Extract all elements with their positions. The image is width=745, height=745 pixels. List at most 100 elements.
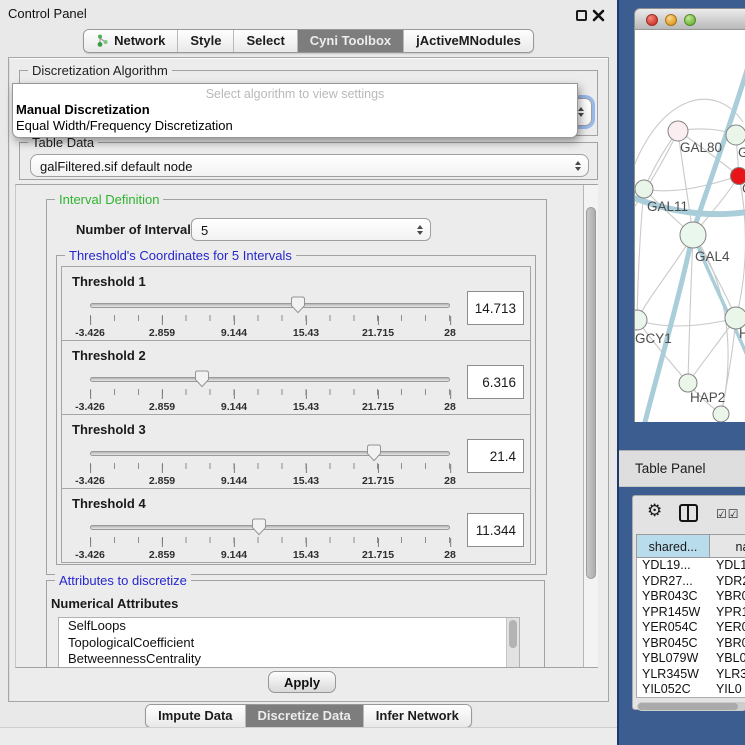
threshold-3-panel: Threshold 3 -3.4262.8599.14415.4321.7152… <box>61 414 531 489</box>
table-cell[interactable]: YLR345W <box>637 667 710 683</box>
slider-tick-label: 9.144 <box>221 549 247 561</box>
dropdown-item-manual-discretization[interactable]: Manual Discretization <box>13 101 577 117</box>
threshold-1-value-field[interactable]: 14.713 <box>467 291 524 325</box>
threshold-4-value-field[interactable]: 11.344 <box>467 513 524 547</box>
table-row[interactable]: YPR145WYPR1 <box>637 605 745 621</box>
table-row[interactable]: YDL19...YDL1 <box>637 558 745 574</box>
slider-tick-label: 2.859 <box>149 549 175 561</box>
node-bottom-partial <box>713 406 729 422</box>
table-data-selected-value: galFiltered.sif default node <box>40 159 192 174</box>
gear-icon[interactable]: ⚙ <box>647 501 662 521</box>
apply-button[interactable]: Apply <box>268 671 336 693</box>
node-gal11 <box>635 180 653 198</box>
table-cell[interactable]: YER0 <box>710 620 745 636</box>
threshold-4-slider[interactable]: -3.4262.8599.14415.4321.71528 <box>90 517 450 561</box>
slider-thumb[interactable] <box>290 296 305 314</box>
table-cell[interactable]: YBR0 <box>710 589 745 605</box>
table-row[interactable]: YBR043CYBR0 <box>637 589 745 605</box>
threshold-label: Threshold 4 <box>62 489 530 511</box>
table-panel-title: Table Panel <box>635 461 706 476</box>
slider-tick-label: -3.426 <box>75 401 105 413</box>
numerical-attributes-list[interactable]: SelfLoopsTopologicalCoefficientBetweenne… <box>58 617 520 668</box>
threshold-3-slider[interactable]: -3.4262.8599.14415.4321.71528 <box>90 443 450 487</box>
tab-impute-data[interactable]: Impute Data <box>146 705 244 727</box>
table-row[interactable]: YBR045CYBR0 <box>637 636 745 652</box>
network-window-titlebar[interactable] <box>634 8 745 30</box>
slider-tick-labels: -3.4262.8599.14415.4321.71528 <box>90 399 450 411</box>
table-cell[interactable]: YBR045C <box>637 636 710 652</box>
tab-select[interactable]: Select <box>233 30 296 52</box>
table-cell[interactable]: YPR1 <box>710 605 745 621</box>
table-cell[interactable]: YLR3 <box>710 667 745 683</box>
slider-tick-label: 28 <box>444 475 456 487</box>
attribute-list-item[interactable]: TopologicalCoefficient <box>59 635 519 652</box>
split-columns-icon[interactable] <box>679 504 698 522</box>
network-canvas[interactable]: GAL80 GA C GAL11 GAL4 GCY1 H HAP2 <box>634 30 745 422</box>
slider-track[interactable] <box>90 525 450 530</box>
column-header-name[interactable]: na <box>710 534 745 558</box>
table-row[interactable]: YBL079WYBL0 <box>637 651 745 667</box>
slider-thumb[interactable] <box>367 444 382 462</box>
close-icon[interactable] <box>592 9 605 22</box>
table-cell[interactable]: YIL052C <box>637 682 710 698</box>
table-row[interactable]: YIL052CYIL0 <box>637 682 745 698</box>
column-header-shared-name[interactable]: shared... <box>636 534 710 558</box>
minimize-traffic-light[interactable] <box>665 14 677 26</box>
tab-style[interactable]: Style <box>177 30 233 52</box>
tab-discretize-data[interactable]: Discretize Data <box>245 705 363 727</box>
table-cell[interactable]: YDR27... <box>637 574 710 590</box>
number-of-intervals-label: Number of Intervals <box>76 222 198 237</box>
slider-tick-label: 15.43 <box>293 549 319 561</box>
vertical-scrollbar-thumb[interactable] <box>586 207 596 579</box>
horizontal-scrollbar-thumb[interactable] <box>638 703 738 710</box>
table-cell[interactable]: YDR2 <box>710 574 745 590</box>
slider-track[interactable] <box>90 303 450 308</box>
slider-track[interactable] <box>90 451 450 456</box>
slider-ticks <box>90 463 450 469</box>
list-scrollbar[interactable] <box>506 618 519 668</box>
zoom-traffic-light[interactable] <box>684 14 696 26</box>
table-cell[interactable]: YPR145W <box>637 605 710 621</box>
close-traffic-light[interactable] <box>646 14 658 26</box>
tab-cyni-toolbox[interactable]: Cyni Toolbox <box>297 30 403 52</box>
table-cell[interactable]: YBR0 <box>710 636 745 652</box>
float-window-icon[interactable] <box>576 10 587 21</box>
attribute-list-item[interactable]: SelfLoops <box>59 618 519 635</box>
group-title: Attributes to discretize <box>55 573 191 588</box>
threshold-3-value-field[interactable]: 21.4 <box>467 439 524 473</box>
table-data-combobox[interactable]: galFiltered.sif default node <box>30 154 589 177</box>
node-label-gal4: GAL4 <box>695 249 730 264</box>
table-cell[interactable]: YER054C <box>637 620 710 636</box>
threshold-2-slider[interactable]: -3.4262.8599.14415.4321.71528 <box>90 369 450 413</box>
slider-tick-label: 2.859 <box>149 475 175 487</box>
checkboxes-icon[interactable]: ☑☑ <box>716 507 740 521</box>
list-scrollbar-thumb[interactable] <box>509 620 517 648</box>
table-row[interactable]: YER054CYER0 <box>637 620 745 636</box>
attribute-list-item[interactable]: BetweennessCentrality <box>59 651 519 668</box>
threshold-1-slider[interactable]: -3.4262.8599.14415.4321.71528 <box>90 295 450 339</box>
attributes-group: Attributes to discretize Numerical Attri… <box>46 580 545 668</box>
slider-tick-label: 28 <box>444 327 456 339</box>
table-cell[interactable]: YDL19... <box>637 558 710 574</box>
tab-jactivemnodules[interactable]: jActiveMNodules <box>403 30 533 52</box>
tab-infer-network[interactable]: Infer Network <box>363 705 471 727</box>
vertical-scrollbar[interactable] <box>583 185 598 667</box>
slider-tick-label: -3.426 <box>75 327 105 339</box>
node-table: shared... na YDL19...YDL1YDR27...YDR2YBR… <box>636 534 745 698</box>
tab-network[interactable]: Network <box>84 30 177 52</box>
table-cell[interactable]: YBL079W <box>637 651 710 667</box>
dropdown-item-equal-width-frequency[interactable]: Equal Width/Frequency Discretization <box>13 117 577 133</box>
slider-thumb[interactable] <box>194 370 209 388</box>
horizontal-scrollbar[interactable] <box>637 702 745 711</box>
slider-thumb[interactable] <box>252 518 267 536</box>
table-cell[interactable]: YDL1 <box>710 558 745 574</box>
table-row[interactable]: YDR27...YDR2 <box>637 574 745 590</box>
threshold-2-value-field[interactable]: 6.316 <box>467 365 524 399</box>
table-cell[interactable]: YIL0 <box>710 682 745 698</box>
slider-track[interactable] <box>90 377 450 382</box>
number-of-intervals-combobox[interactable]: 5 <box>191 218 431 241</box>
table-cell[interactable]: YBR043C <box>637 589 710 605</box>
slider-tick-label: 15.43 <box>293 401 319 413</box>
table-cell[interactable]: YBL0 <box>710 651 745 667</box>
table-row[interactable]: YLR345WYLR3 <box>637 667 745 683</box>
